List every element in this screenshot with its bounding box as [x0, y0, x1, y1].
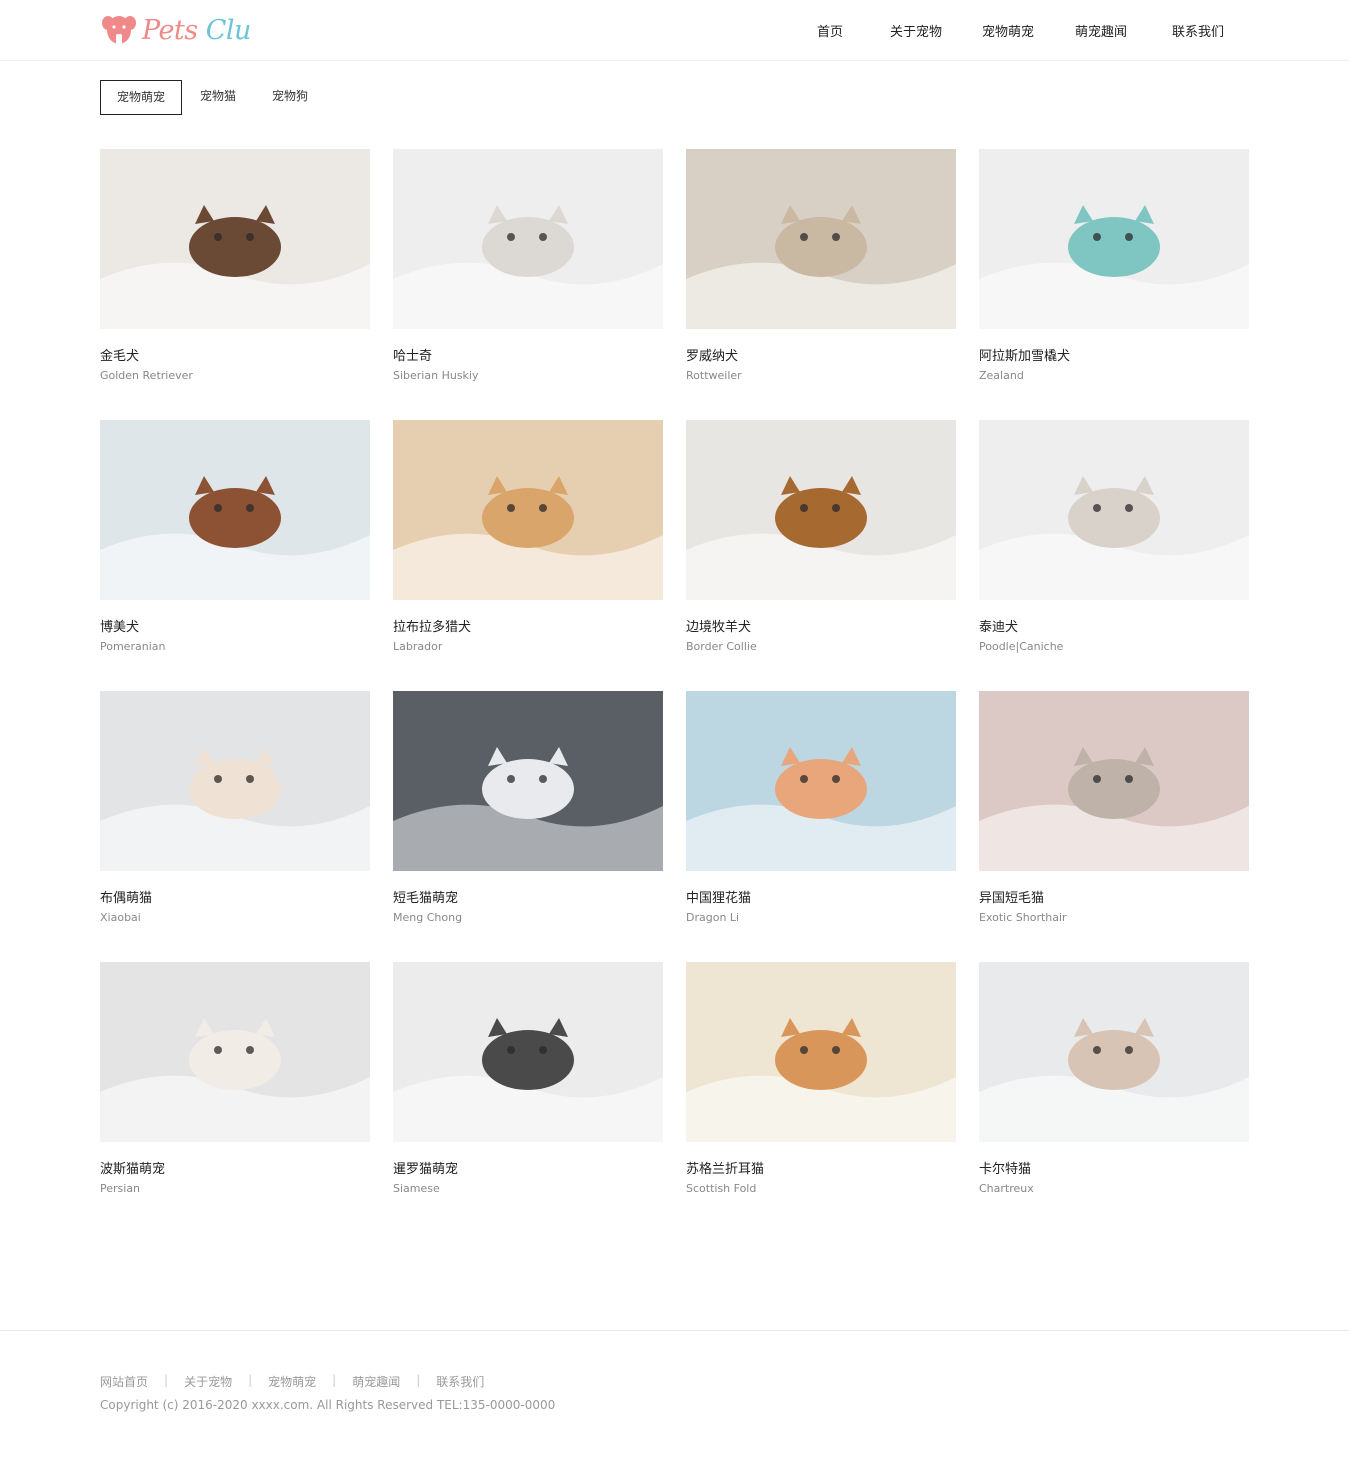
pet-card[interactable]: 边境牧羊犬 Border Collie: [686, 420, 956, 653]
pet-name[interactable]: 金毛犬: [100, 345, 139, 364]
pet-name[interactable]: 中国狸花猫: [686, 887, 751, 906]
tab-all-pets[interactable]: 宠物萌宠: [100, 80, 182, 115]
pet-photo[interactable]: [100, 420, 370, 600]
pet-card[interactable]: 哈士奇 Siberian Huskiy: [393, 149, 663, 382]
pet-card[interactable]: 罗威纳犬 Rottweiler: [686, 149, 956, 382]
pet-english-name: Border Collie: [686, 640, 757, 653]
pet-photo[interactable]: [686, 691, 956, 871]
pet-english-name: Meng Chong: [393, 911, 463, 924]
nav-contact[interactable]: 联系我们: [1172, 21, 1224, 40]
footer-links: 网站首页 | 关于宠物 | 宠物萌宠 | 萌宠趣闻 | 联系我们: [100, 1373, 484, 1390]
pet-name[interactable]: 拉布拉多猎犬: [393, 616, 471, 635]
pet-english-name: Siberian Huskiy: [393, 369, 479, 382]
pet-photo[interactable]: [979, 962, 1249, 1142]
pet-card[interactable]: 金毛犬 Golden Retriever: [100, 149, 370, 382]
nav-home[interactable]: 首页: [817, 21, 843, 40]
pet-card[interactable]: 博美犬 Pomeranian: [100, 420, 370, 653]
pet-photo[interactable]: [393, 962, 663, 1142]
pet-english-name: Scottish Fold: [686, 1182, 757, 1195]
pet-photo[interactable]: [686, 420, 956, 600]
pet-english-name: Dragon Li: [686, 911, 740, 924]
footer-separator: |: [416, 1373, 421, 1387]
pet-photo[interactable]: [979, 420, 1249, 600]
footer-link-home[interactable]: 网站首页: [100, 1373, 148, 1390]
pet-english-name: Poodle|Caniche: [979, 640, 1064, 653]
pet-card[interactable]: 暹罗猫萌宠 Siamese: [393, 962, 663, 1195]
pet-name[interactable]: 波斯猫萌宠: [100, 1158, 165, 1177]
pet-photo[interactable]: [393, 149, 663, 329]
footer-link-gallery[interactable]: 宠物萌宠: [268, 1373, 316, 1390]
tab-dogs[interactable]: 宠物狗: [258, 80, 322, 115]
pet-card[interactable]: 苏格兰折耳猫 Scottish Fold: [686, 962, 956, 1195]
pet-photo[interactable]: [686, 962, 956, 1142]
footer-link-contact[interactable]: 联系我们: [436, 1373, 484, 1390]
pet-english-name: Xiaobai: [100, 911, 141, 924]
pet-card[interactable]: 布偶萌猫 Xiaobai: [100, 691, 370, 924]
pet-english-name: Chartreux: [979, 1182, 1034, 1195]
main-nav: 首页 关于宠物 宠物萌宠 萌宠趣闻 联系我们: [0, 0, 1349, 61]
pet-name[interactable]: 短毛猫萌宠: [393, 887, 458, 906]
pet-english-name: Siamese: [393, 1182, 440, 1195]
pet-card[interactable]: 波斯猫萌宠 Persian: [100, 962, 370, 1195]
pet-name[interactable]: 卡尔特猫: [979, 1158, 1031, 1177]
pet-name[interactable]: 泰迪犬: [979, 616, 1018, 635]
pet-english-name: Persian: [100, 1182, 141, 1195]
footer-link-about[interactable]: 关于宠物: [184, 1373, 232, 1390]
pet-card[interactable]: 中国狸花猫 Dragon Li: [686, 691, 956, 924]
pet-photo[interactable]: [979, 691, 1249, 871]
pet-name[interactable]: 苏格兰折耳猫: [686, 1158, 764, 1177]
pet-photo[interactable]: [100, 149, 370, 329]
footer-separator: |: [332, 1373, 337, 1387]
pet-name[interactable]: 罗威纳犬: [686, 345, 738, 364]
pet-card[interactable]: 异国短毛猫 Exotic Shorthair: [979, 691, 1249, 924]
pet-card[interactable]: 拉布拉多猎犬 Labrador: [393, 420, 663, 653]
pet-english-name: Pomeranian: [100, 640, 166, 653]
pet-name[interactable]: 异国短毛猫: [979, 887, 1044, 906]
pet-english-name: Zealand: [979, 369, 1024, 382]
pet-english-name: Labrador: [393, 640, 443, 653]
footer-separator: |: [248, 1373, 253, 1387]
pet-card[interactable]: 阿拉斯加雪橇犬 Zealand: [979, 149, 1249, 382]
pet-english-name: Exotic Shorthair: [979, 911, 1067, 924]
nav-about-pets[interactable]: 关于宠物: [890, 21, 942, 40]
pet-photo[interactable]: [686, 149, 956, 329]
pet-photo[interactable]: [393, 420, 663, 600]
nav-pet-news[interactable]: 萌宠趣闻: [1075, 21, 1127, 40]
pet-photo[interactable]: [100, 691, 370, 871]
pet-photo[interactable]: [100, 962, 370, 1142]
pet-english-name: Golden Retriever: [100, 369, 193, 382]
site-header: Pets Clu 首页 关于宠物 宠物萌宠 萌宠趣闻 联系我们: [0, 0, 1349, 61]
pet-name[interactable]: 博美犬: [100, 616, 139, 635]
pet-english-name: Rottweiler: [686, 369, 742, 382]
pet-photo[interactable]: [393, 691, 663, 871]
pet-name[interactable]: 阿拉斯加雪橇犬: [979, 345, 1070, 364]
pet-card[interactable]: 泰迪犬 Poodle|Caniche: [979, 420, 1249, 653]
nav-pet-gallery[interactable]: 宠物萌宠: [982, 21, 1034, 40]
pet-card[interactable]: 卡尔特猫 Chartreux: [979, 962, 1249, 1195]
pet-name[interactable]: 哈士奇: [393, 345, 432, 364]
footer-link-news[interactable]: 萌宠趣闻: [352, 1373, 400, 1390]
footer-separator: |: [164, 1373, 169, 1387]
pet-name[interactable]: 暹罗猫萌宠: [393, 1158, 458, 1177]
pet-card[interactable]: 短毛猫萌宠 Meng Chong: [393, 691, 663, 924]
pet-photo[interactable]: [979, 149, 1249, 329]
pet-name[interactable]: 布偶萌猫: [100, 887, 152, 906]
site-footer: 网站首页 | 关于宠物 | 宠物萌宠 | 萌宠趣闻 | 联系我们 Copyrig…: [0, 1330, 1349, 1468]
tab-cats[interactable]: 宠物猫: [186, 80, 250, 115]
pet-name[interactable]: 边境牧羊犬: [686, 616, 751, 635]
copyright-text: Copyright (c) 2016-2020 xxxx.com. All Ri…: [100, 1398, 556, 1412]
